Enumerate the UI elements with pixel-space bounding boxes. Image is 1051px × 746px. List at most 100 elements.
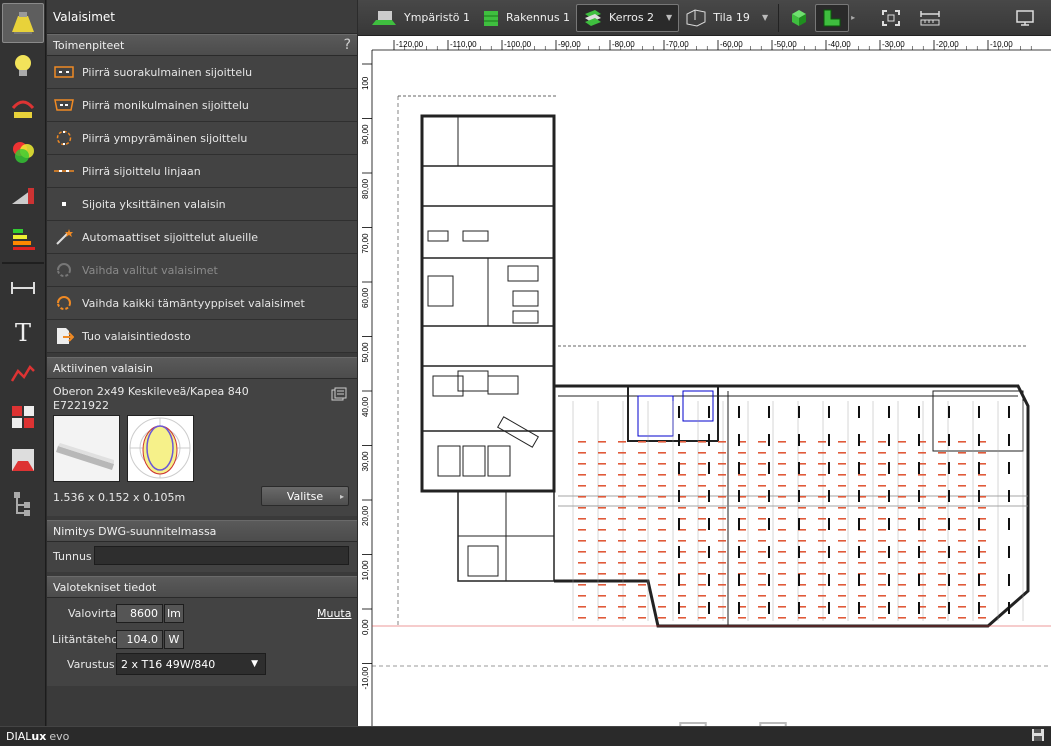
tool-draw-line[interactable]: Piirrä sijoittelu linjaan bbox=[47, 155, 357, 188]
hierarchy-tool-icon[interactable] bbox=[2, 483, 44, 523]
y-ruler-label: 70,00 bbox=[361, 233, 370, 254]
luminaire-mark bbox=[898, 507, 906, 509]
plan-view-button[interactable] bbox=[815, 3, 850, 32]
room-dropdown[interactable]: Tila 19 ▼ bbox=[679, 4, 774, 32]
tool-auto-arrangement[interactable]: Automaattiset sijoittelut alueille bbox=[47, 221, 357, 254]
tool-draw-polygonal[interactable]: Piirrä monikulmainen sijoittelu bbox=[47, 89, 357, 122]
luminaire-mark bbox=[578, 485, 586, 487]
tool-draw-rectangular[interactable]: Piirrä suorakulmainen sijoittelu bbox=[47, 56, 357, 89]
luminaire-mark bbox=[618, 485, 626, 487]
tool-draw-circular[interactable]: Piirrä ympyrämäinen sijoittelu bbox=[47, 122, 357, 155]
luminaire-mark bbox=[758, 573, 766, 575]
luminaire-mark bbox=[618, 562, 626, 564]
luminaire-mark bbox=[598, 507, 606, 509]
colour-mode-icon[interactable] bbox=[2, 132, 44, 172]
luminaire-mark bbox=[738, 562, 746, 564]
luminaire-mark bbox=[938, 595, 946, 597]
luminaire-mark bbox=[798, 595, 806, 597]
change-flux-link[interactable]: Muuta bbox=[317, 607, 352, 620]
environment-button[interactable]: Ympäristö 1 bbox=[364, 4, 476, 32]
y-ruler-label: 100 bbox=[361, 76, 370, 90]
dimension-tool-icon[interactable] bbox=[2, 268, 44, 308]
save-status-icon[interactable] bbox=[1031, 728, 1045, 745]
tool-replace-all-type[interactable]: Vaihda kaikki tämäntyyppiset valaisimet bbox=[47, 287, 357, 320]
luminaire-mark bbox=[698, 518, 706, 520]
flux-input[interactable]: 8600 bbox=[116, 604, 163, 623]
help-icon[interactable]: ? bbox=[344, 37, 351, 53]
luminaire-mark bbox=[738, 474, 746, 476]
plan-canvas[interactable]: -120,00 -110,00 -100,00 -90,00 -80,00 -70,00 -… bbox=[358, 36, 1051, 726]
luminaire-mark bbox=[938, 529, 946, 531]
luminaire-mark bbox=[718, 606, 726, 608]
luminaire-mark bbox=[898, 518, 906, 520]
dwg-header[interactable]: Nimitys DWG-suunnitelmassa bbox=[47, 520, 357, 542]
luminaire-mark bbox=[598, 584, 606, 586]
active-luminaire-header[interactable]: Aktiivinen valaisin bbox=[47, 357, 357, 379]
import-file-icon bbox=[53, 328, 75, 344]
ceiling-luminaire bbox=[708, 490, 710, 502]
false-colour-tool-icon[interactable] bbox=[2, 397, 44, 437]
ceiling-luminaire bbox=[828, 490, 830, 502]
floor-label: Kerros 2 bbox=[609, 11, 655, 24]
luminaire-mark bbox=[618, 573, 626, 575]
ceiling-luminaire bbox=[918, 490, 920, 502]
luminaire-mark bbox=[818, 507, 826, 509]
photometric-header[interactable]: Valotekniset tiedot bbox=[47, 576, 357, 598]
luminaire-mark bbox=[818, 562, 826, 564]
room-view-tool-icon[interactable] bbox=[2, 440, 44, 480]
tool-import-luminaire-file[interactable]: Tuo valaisintiedosto bbox=[47, 320, 357, 353]
zoom-fit-button[interactable] bbox=[875, 4, 907, 32]
luminaire-mark bbox=[758, 617, 766, 619]
luminaire-mark bbox=[698, 551, 706, 553]
measure-button[interactable] bbox=[913, 4, 947, 32]
luminaire-mark bbox=[578, 595, 586, 597]
building-button[interactable]: Rakennus 1 bbox=[476, 4, 576, 32]
luminaire-mark bbox=[778, 518, 786, 520]
luminaire-mark bbox=[658, 474, 666, 476]
display-settings-button[interactable] bbox=[1009, 4, 1041, 32]
power-input[interactable]: 104.0 bbox=[116, 630, 163, 649]
ceiling-luminaire bbox=[828, 462, 830, 474]
luminaire-mark bbox=[818, 441, 826, 443]
id-input[interactable] bbox=[94, 546, 349, 565]
equipment-select[interactable]: 2 x T16 49W/840 ▼ bbox=[116, 653, 266, 675]
luminaire-mark bbox=[798, 474, 806, 476]
x-ruler-label: -10,00 bbox=[990, 40, 1013, 49]
tool-single-luminaire[interactable]: Sijoita yksittäinen valaisin bbox=[47, 188, 357, 221]
luminaire-mark bbox=[778, 507, 786, 509]
isoline-tool-icon[interactable] bbox=[2, 354, 44, 394]
luminaire-mark bbox=[958, 496, 966, 498]
id-label: Tunnus bbox=[53, 550, 92, 563]
ceiling-luminaire bbox=[768, 490, 770, 502]
luminaire-mark bbox=[758, 551, 766, 553]
luminaire-mark bbox=[718, 452, 726, 454]
floor-plan-drawing[interactable]: -120,00 -110,00 -100,00 -90,00 -80,00 -70,00 -… bbox=[358, 36, 1051, 726]
ceiling-luminaire bbox=[1008, 490, 1010, 502]
datasheet-icon[interactable] bbox=[331, 387, 347, 404]
dialux-window: T Valaisimet Toimenpiteet ? Piirrä suora… bbox=[0, 0, 1051, 746]
luminaire-mark bbox=[718, 485, 726, 487]
text-tool-icon[interactable]: T bbox=[2, 311, 44, 351]
select-luminaire-button[interactable]: Valitse ▸ bbox=[261, 486, 349, 506]
energy-mode-icon[interactable] bbox=[2, 218, 44, 258]
actions-section-header[interactable]: Toimenpiteet ? bbox=[47, 34, 357, 56]
luminaire-mode-icon[interactable] bbox=[2, 3, 44, 43]
daylight-mode-icon[interactable] bbox=[2, 175, 44, 215]
floor-dropdown[interactable]: Kerros 2 ▼ bbox=[576, 3, 680, 32]
luminaire-mark bbox=[958, 507, 966, 509]
light-scene-mode-icon[interactable] bbox=[2, 89, 44, 129]
luminaire-mark bbox=[938, 584, 946, 586]
x-ruler-label: -80,00 bbox=[612, 40, 635, 49]
luminaire-mark bbox=[838, 452, 846, 454]
luminaire-mark bbox=[738, 485, 746, 487]
luminaire-mark bbox=[638, 485, 646, 487]
luminaire-mark bbox=[658, 573, 666, 575]
luminaire-mark bbox=[698, 617, 706, 619]
3d-view-button[interactable] bbox=[783, 4, 815, 32]
lightbulb-mode-icon[interactable] bbox=[2, 46, 44, 86]
chevron-right-icon[interactable]: ▸ bbox=[851, 13, 855, 22]
luminaire-mark bbox=[938, 617, 946, 619]
ceiling-luminaire bbox=[978, 518, 980, 530]
dwg-body: Tunnus bbox=[47, 542, 357, 572]
ceiling-luminaire bbox=[918, 518, 920, 530]
